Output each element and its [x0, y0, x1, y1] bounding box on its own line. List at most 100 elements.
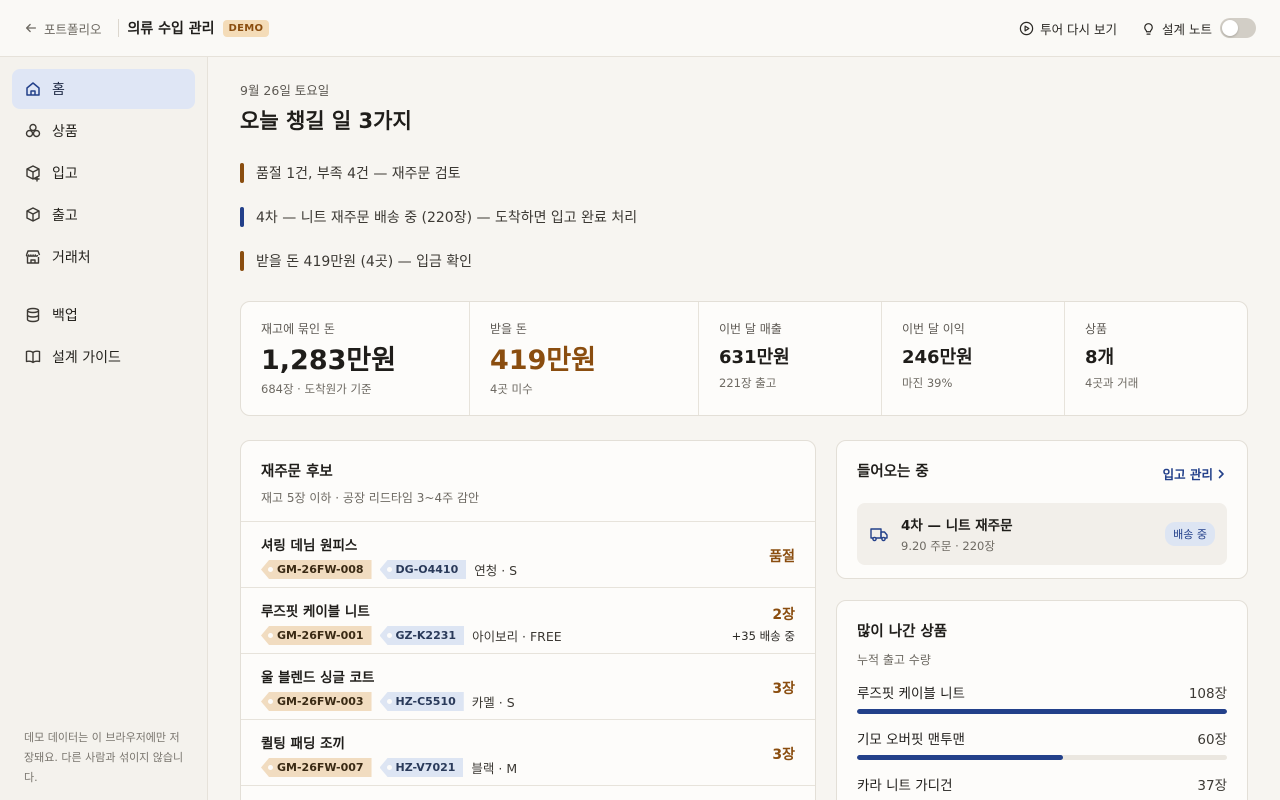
stat-value: 631만원 [719, 347, 790, 368]
reorder-candidates-card: 재주문 후보 재고 5장 이하 · 공장 리드타임 3~4주 감안 셔링 데님 … [240, 440, 816, 800]
list-item[interactable]: 셔링 데님 원피스 GM-26FW-008 DG-O4410 연청 · S 품절 [241, 522, 815, 588]
chevron-right-icon [1218, 469, 1224, 478]
card-header: 재주문 후보 재고 5장 이하 · 공장 리드타임 3~4주 감안 [241, 441, 815, 522]
summary-stats: 재고에 묶인 돈 1,283만원 684장 · 도착원가 기준 받을 돈 419… [240, 301, 1248, 416]
topbar-actions: 투어 다시 보기 설계 노트 [1019, 18, 1256, 38]
top-product-line: 루즈핏 케이블 니트 108장 [857, 682, 1227, 702]
play-circle-icon [1019, 21, 1034, 35]
replay-tour-label: 투어 다시 보기 [1040, 21, 1118, 37]
today-task-list: 품절 1건, 부족 4건 — 재주문 검토 4차 — 니트 재주문 배송 중 (… [240, 163, 1248, 271]
sku-tag: GM-26FW-001 [261, 626, 372, 645]
design-notes-toggle[interactable] [1220, 18, 1256, 38]
sidebar-item-label: 입고 [52, 166, 78, 182]
factory-code-tag: HZ-C5510 [379, 692, 464, 711]
top-product-line: 기모 오버핏 맨투맨 60장 [857, 728, 1227, 748]
product-name: 울 블렌드 싱글 코트 [261, 670, 375, 686]
stock-status: 3장 [772, 747, 795, 763]
outbound-box-icon [26, 207, 40, 222]
sidebar-item-label: 상품 [52, 124, 78, 140]
top-bar: 포트폴리오 의류 수입 관리 DEMO 투어 다시 보기 설계 노트 [0, 0, 1280, 57]
task-text: 4차 — 니트 재주문 배송 중 (220장) — 도착하면 입고 완료 처리 [256, 210, 638, 226]
incoming-quantity: +35 배송 중 [731, 629, 795, 643]
task-accent-bar [240, 207, 244, 227]
sidebar-item-design-guide[interactable]: 설계 가이드 [12, 337, 195, 377]
sidebar-item-outbound[interactable]: 출고 [12, 195, 195, 235]
shipment-item[interactable]: 4차 — 니트 재주문 9.20 주문 · 220장 배송 중 [857, 503, 1227, 565]
sidebar-item-partners[interactable]: 거래처 [12, 237, 195, 277]
sidebar-item-label: 거래처 [52, 250, 91, 266]
product-name: 셔링 데님 원피스 [261, 538, 358, 554]
product-name: 퀼팅 패딩 조끼 [261, 736, 345, 752]
sidebar-item-inbound[interactable]: 입고 [12, 153, 195, 193]
product-meta: GM-26FW-001 GZ-K2231 아이보리 · FREE [261, 626, 795, 645]
top-product-name: 카라 니트 가디건 [857, 778, 953, 794]
progress-fill [857, 709, 1227, 714]
top-product-name: 기모 오버핏 맨투맨 [857, 732, 965, 748]
progress-track [857, 755, 1227, 760]
shipment-title: 4차 — 니트 재주문 [901, 518, 1013, 534]
task-item[interactable]: 품절 1건, 부족 4건 — 재주문 검토 [240, 163, 1248, 183]
list-item[interactable]: 퀼팅 패딩 조끼 GM-26FW-007 HZ-V7021 블랙 · M 3장 [241, 720, 815, 786]
demo-storage-note: 데모 데이터는 이 브라우저에만 저장돼요. 다른 사람과 섞이지 않습니다. [24, 731, 184, 784]
sidebar-item-backup[interactable]: 백업 [12, 295, 195, 335]
product-name: 루즈핏 케이블 니트 [261, 604, 370, 620]
top-product-item: 기모 오버핏 맨투맨 60장 [857, 728, 1227, 760]
sidebar-item-label: 설계 가이드 [52, 350, 121, 366]
stat-value: 419만원 [490, 345, 597, 376]
task-item[interactable]: 4차 — 니트 재주문 배송 중 (220장) — 도착하면 입고 완료 처리 [240, 207, 1248, 227]
design-notes-control: 설계 노트 [1141, 19, 1212, 38]
sku-tag: GM-26FW-007 [261, 758, 372, 777]
task-text: 받을 돈 419만원 (4곳) — 입금 확인 [256, 254, 473, 270]
demo-badge: DEMO [222, 19, 270, 37]
top-product-qty: 37장 [1197, 778, 1227, 794]
design-notes-label: 설계 노트 [1162, 21, 1212, 37]
back-link-label: 포트폴리오 [44, 21, 102, 37]
top-products-card: 많이 나간 상품 누적 출고 수량 루즈핏 케이블 니트 108장 기모 오버핏… [836, 600, 1248, 800]
today-date: 9월 26일 토요일 [240, 83, 330, 98]
task-item[interactable]: 받을 돈 419만원 (4곳) — 입금 확인 [240, 251, 1248, 271]
sidebar-item-products[interactable]: 상품 [12, 111, 195, 151]
sidebar-item-label: 백업 [52, 308, 78, 324]
product-meta: GM-26FW-007 HZ-V7021 블랙 · M [261, 758, 795, 777]
app-title: 의류 수입 관리 [127, 21, 215, 37]
progress-fill [857, 755, 1063, 760]
topbar-divider [117, 19, 119, 37]
stat-label: 이번 달 매출 [719, 322, 782, 336]
replay-tour-button[interactable]: 투어 다시 보기 [1019, 19, 1117, 38]
stat-sub: 684장 · 도착원가 기준 [261, 382, 372, 396]
products-icon [25, 123, 41, 138]
card-subtitle: 재고 5장 이하 · 공장 리드타임 3~4주 감안 [261, 491, 480, 505]
task-accent-bar [240, 163, 244, 183]
top-product-item: 루즈핏 케이블 니트 108장 [857, 682, 1227, 714]
top-product-item: 카라 니트 가디건 37장 [857, 774, 1227, 800]
stock-status: 2장 [772, 607, 795, 623]
stat-monthly-sales: 이번 달 매출 631만원 221장 출고 [699, 302, 882, 415]
stat-value: 8개 [1085, 347, 1115, 368]
list-item[interactable]: 울 블렌드 싱글 코트 GM-26FW-003 HZ-C5510 카멜 · S … [241, 654, 815, 720]
arrow-left-icon [25, 23, 37, 33]
factory-code-tag: GZ-K2231 [379, 626, 465, 645]
lightbulb-icon [1144, 22, 1153, 35]
product-variant: 블랙 · M [471, 761, 518, 776]
back-to-portfolio-link[interactable]: 포트폴리오 [24, 19, 102, 38]
list-item[interactable]: 루즈핏 케이블 니트 GM-26FW-001 GZ-K2231 아이보리 · F… [241, 588, 815, 654]
task-accent-bar [240, 251, 244, 271]
top-product-qty: 60장 [1197, 732, 1227, 748]
home-icon [26, 82, 40, 96]
product-variant: 연청 · S [474, 563, 518, 578]
main-content: 9월 26일 토요일 오늘 챙길 일 3가지 품절 1건, 부족 4건 — 재주… [240, 57, 1248, 800]
stat-sub: 221장 출고 [719, 376, 777, 390]
card-title: 많이 나간 상품 [857, 624, 948, 640]
top-product-name: 루즈핏 케이블 니트 [857, 686, 965, 702]
stat-value: 1,283만원 [261, 345, 397, 376]
stock-status: 3장 [772, 681, 795, 697]
inbound-management-link[interactable]: 입고 관리 [1163, 464, 1227, 483]
database-icon [26, 307, 40, 323]
task-text: 품절 1건, 부족 4건 — 재주문 검토 [256, 166, 461, 182]
stat-products: 상품 8개 4곳과 거래 [1065, 302, 1247, 415]
sidebar-item-home[interactable]: 홈 [12, 69, 195, 109]
link-label: 입고 관리 [1162, 467, 1213, 482]
store-icon [25, 250, 41, 264]
stat-value: 246만원 [902, 347, 973, 368]
